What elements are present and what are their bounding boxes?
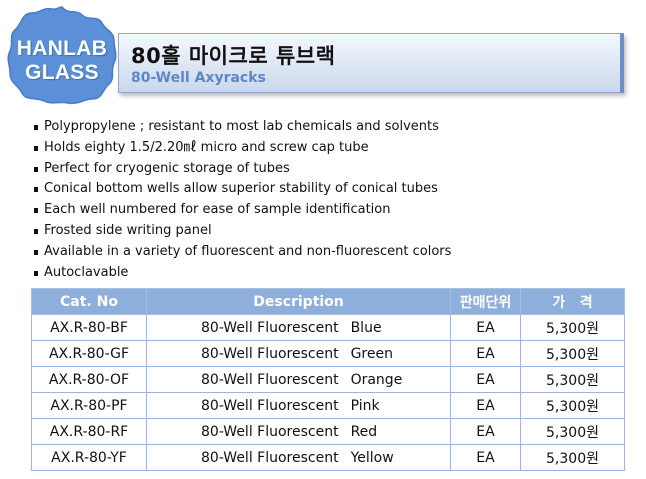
cell-description: 80-Well Fluorescent Red <box>146 418 451 445</box>
cell-unit: EA <box>450 340 521 367</box>
cell-description: 80-Well Fluorescent Orange <box>146 366 451 393</box>
header-description: Description <box>146 288 451 315</box>
cell-description: 80-Well Fluorescent Blue <box>146 314 451 341</box>
cell-cat-no: AX.R-80-YF <box>31 444 147 471</box>
bullet-icon <box>34 208 38 214</box>
brand-badge: HANLAB GLASS <box>6 5 118 105</box>
cell-cat-no: AX.R-80-PF <box>31 392 147 419</box>
feature-item: Available in a variety of fluorescent an… <box>34 242 451 263</box>
cell-description: 80-Well Fluorescent Pink <box>146 392 451 419</box>
cell-unit: EA <box>450 314 521 341</box>
cell-cat-no: AX.R-80-BF <box>31 314 147 341</box>
table-row: AX.R-80-OF 80-Well Fluorescent Orange EA … <box>31 366 625 393</box>
cell-price: 5,300원 <box>520 314 625 341</box>
cell-price: 5,300원 <box>520 392 625 419</box>
feature-item: Holds eighty 1.5/2.20㎖ micro and screw c… <box>34 138 451 159</box>
brand-line2: GLASS <box>25 61 99 84</box>
header-price: 가 격 <box>520 288 625 315</box>
page-title: 80홀 마이크로 튜브랙 <box>131 44 336 68</box>
bullet-icon <box>34 166 38 172</box>
bullet-icon <box>34 187 38 193</box>
bullet-icon <box>34 228 38 234</box>
brand-name: HANLAB GLASS <box>6 37 118 85</box>
feature-item: Polypropylene ; resistant to most lab ch… <box>34 117 451 138</box>
cell-cat-no: AX.R-80-RF <box>31 418 147 445</box>
table-row: AX.R-80-BF 80-Well Fluorescent Blue EA 5,… <box>31 314 625 341</box>
page-subtitle: 80-Well Axyracks <box>131 70 266 86</box>
bullet-icon <box>34 249 38 255</box>
cell-price: 5,300원 <box>520 444 625 471</box>
cell-unit: EA <box>450 444 521 471</box>
cell-price: 5,300원 <box>520 418 625 445</box>
feature-item: Perfect for cryogenic storage of tubes <box>34 159 451 180</box>
table-row: AX.R-80-GF 80-Well Fluorescent Green EA 5… <box>31 340 625 367</box>
cell-unit: EA <box>450 366 521 393</box>
feature-item: Autoclavable <box>34 263 451 284</box>
cell-price: 5,300원 <box>520 340 625 367</box>
table-row: AX.R-80-RF 80-Well Fluorescent Red EA 5,3… <box>31 418 625 445</box>
feature-item: Conical bottom wells allow superior stab… <box>34 179 451 200</box>
brand-line1: HANLAB <box>16 37 108 60</box>
feature-list: Polypropylene ; resistant to most lab ch… <box>34 117 451 283</box>
table-header-row: Cat. No Description 판매단위 가 격 <box>31 288 625 315</box>
feature-item: Each well numbered for ease of sample id… <box>34 200 451 221</box>
cell-unit: EA <box>450 392 521 419</box>
cell-cat-no: AX.R-80-OF <box>31 366 147 393</box>
product-table: Cat. No Description 판매단위 가 격 AX.R-80-BF … <box>31 288 625 471</box>
cell-description: 80-Well Fluorescent Green <box>146 340 451 367</box>
bullet-icon <box>34 270 38 276</box>
table-row: AX.R-80-PF 80-Well Fluorescent Pink EA 5,… <box>31 392 625 419</box>
header-cat-no: Cat. No <box>31 288 147 315</box>
cell-unit: EA <box>450 418 521 445</box>
header-unit: 판매단위 <box>450 288 521 315</box>
feature-item: Frosted side writing panel <box>34 221 451 242</box>
cell-cat-no: AX.R-80-GF <box>31 340 147 367</box>
bullet-icon <box>34 145 38 151</box>
table-row: AX.R-80-YF 80-Well Fluorescent Yellow EA … <box>31 444 625 471</box>
cell-description: 80-Well Fluorescent Yellow <box>146 444 451 471</box>
cell-price: 5,300원 <box>520 366 625 393</box>
bullet-icon <box>34 125 38 130</box>
